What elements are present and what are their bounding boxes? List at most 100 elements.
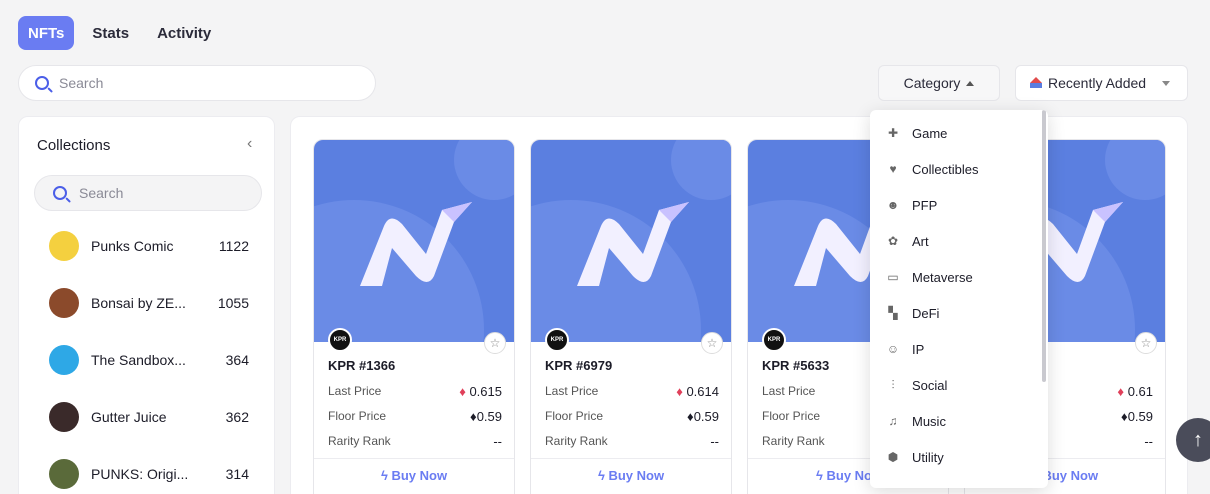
collection-item[interactable]: The Sandbox... 364 bbox=[49, 344, 249, 376]
collection-name: Gutter Juice bbox=[91, 409, 167, 425]
last-price-label: Last Price bbox=[328, 384, 382, 398]
nft-title: KPR #5633 bbox=[762, 358, 830, 373]
sort-label: Recently Added bbox=[1048, 75, 1147, 91]
collection-count: 362 bbox=[225, 409, 249, 425]
category-item-pfp[interactable]: ☻ PFP bbox=[870, 190, 1040, 220]
last-price-value: 0.614 bbox=[686, 384, 719, 399]
floor-price-value: 0.59 bbox=[693, 409, 719, 424]
tab-activity[interactable]: Activity bbox=[147, 16, 221, 50]
nft-image bbox=[531, 140, 731, 342]
last-price-value: 0.615 bbox=[469, 384, 502, 399]
category-item-label: Game bbox=[912, 125, 948, 141]
rarity-row: Rarity Rank -- bbox=[545, 434, 719, 449]
collections-search-input[interactable] bbox=[79, 185, 249, 201]
favorite-star-icon[interactable]: ☆ bbox=[701, 332, 723, 354]
people-icon: ⫶ bbox=[891, 377, 895, 392]
lightning-icon: ϟ bbox=[380, 468, 392, 483]
buy-now-label: Buy Now bbox=[608, 468, 665, 483]
collection-count: 364 bbox=[225, 352, 249, 368]
rarity-label: Rarity Rank bbox=[545, 434, 608, 448]
collections-title: Collections bbox=[37, 137, 111, 154]
collection-count: 1055 bbox=[217, 295, 249, 311]
kpr-logo-icon bbox=[577, 202, 689, 286]
category-item-label: Metaverse bbox=[912, 269, 973, 285]
nft-grid-panel: KPR ☆ KPR #1366 Last Price ♦ 0.615 Floor… bbox=[290, 116, 1188, 494]
last-price-label: Last Price bbox=[762, 384, 816, 398]
category-item-ip[interactable]: ☺ IP bbox=[870, 334, 1040, 364]
last-price-value: 0.61 bbox=[1127, 384, 1153, 399]
search-icon bbox=[35, 76, 49, 90]
collection-item[interactable]: Bonsai by ZE... 1055 bbox=[49, 287, 249, 319]
buy-now-button[interactable]: ϟ Buy Now bbox=[314, 468, 514, 483]
category-item-collectibles[interactable]: ♥ Collectibles bbox=[870, 154, 1040, 184]
floor-price-label: Floor Price bbox=[545, 409, 604, 423]
collection-avatar bbox=[49, 345, 79, 375]
music-icon: ♫ bbox=[888, 414, 898, 428]
collection-avatar bbox=[49, 402, 79, 432]
collection-item[interactable]: Punks Comic 1122 bbox=[49, 230, 249, 262]
category-button[interactable]: Category bbox=[878, 65, 1000, 101]
floor-price-value: 0.59 bbox=[1127, 409, 1153, 424]
favorite-star-icon[interactable]: ☆ bbox=[1135, 332, 1157, 354]
tab-nfts[interactable]: NFTs bbox=[18, 16, 75, 50]
category-item-game[interactable]: ✚ Game bbox=[870, 118, 1040, 148]
floor-price-row: Floor Price ♦0.59 bbox=[545, 409, 719, 424]
rarity-value: -- bbox=[493, 434, 502, 449]
rarity-value: -- bbox=[710, 434, 719, 449]
kpr-badge: KPR bbox=[545, 328, 569, 352]
favorite-star-icon[interactable]: ☆ bbox=[484, 332, 506, 354]
collection-name: The Sandbox... bbox=[91, 352, 186, 368]
last-price-row: Last Price ♦ 0.614 bbox=[545, 384, 719, 399]
category-item-defi[interactable]: ▚ DeFi bbox=[870, 298, 1040, 328]
rarity-value: -- bbox=[1144, 434, 1153, 449]
category-item-social[interactable]: ⫶ Social bbox=[870, 370, 1040, 400]
collection-item[interactable]: PUNKS: Origi... 314 bbox=[49, 458, 249, 490]
kpr-logo-icon bbox=[360, 202, 472, 286]
buy-now-label: Buy No bbox=[826, 468, 873, 483]
last-price-row: Last Price ♦ 0.615 bbox=[328, 384, 502, 399]
collection-item[interactable]: Gutter Juice 362 bbox=[49, 401, 249, 433]
nft-card[interactable]: KPR ☆ KPR #1366 Last Price ♦ 0.615 Floor… bbox=[313, 139, 515, 494]
rarity-label: Rarity Rank bbox=[328, 434, 391, 448]
collection-count: 1122 bbox=[218, 238, 249, 254]
search-input[interactable] bbox=[59, 75, 339, 91]
category-item-art[interactable]: ✿ Art bbox=[870, 226, 1040, 256]
tab-stats[interactable]: Stats bbox=[82, 16, 139, 50]
category-item-label: IP bbox=[912, 341, 925, 357]
floor-price-label: Floor Price bbox=[328, 409, 387, 423]
category-item-label: Social bbox=[912, 377, 948, 393]
lightning-icon: ϟ bbox=[816, 468, 827, 483]
eth-icon: ♦ bbox=[470, 409, 477, 424]
category-item-metaverse[interactable]: ▭ Metaverse bbox=[870, 262, 1040, 292]
main-search-bar[interactable] bbox=[18, 65, 376, 101]
eth-icon: ♦ bbox=[676, 384, 683, 399]
collapse-chevron-icon[interactable]: ‹ bbox=[247, 135, 252, 153]
defi-icon: ▚ bbox=[888, 306, 898, 320]
eth-icon: ♦ bbox=[687, 409, 694, 424]
vr-headset-icon: ▭ bbox=[887, 270, 899, 284]
sort-icon bbox=[1030, 77, 1042, 89]
category-item-utility[interactable]: ⬢ Utility bbox=[870, 442, 1040, 472]
nft-image bbox=[314, 140, 514, 342]
dropdown-scrollbar[interactable] bbox=[1042, 110, 1046, 382]
collections-search-bar[interactable] bbox=[34, 175, 262, 211]
category-item-label: DeFi bbox=[912, 305, 940, 321]
collection-name: Punks Comic bbox=[91, 238, 174, 254]
nft-title: KPR #6979 bbox=[545, 358, 613, 373]
kpr-badge: KPR bbox=[328, 328, 352, 352]
robot-icon: ☻ bbox=[886, 198, 900, 212]
face-icon: ☺ bbox=[886, 342, 900, 356]
arrow-up-icon: ↑ bbox=[1193, 428, 1203, 451]
category-dropdown: ✚ Game ♥ Collectibles ☻ PFP ✿ Art ▭ Meta… bbox=[870, 110, 1048, 488]
palette-icon: ✿ bbox=[887, 234, 899, 248]
sort-button[interactable]: Recently Added bbox=[1015, 65, 1188, 101]
cube-icon: ⬢ bbox=[887, 450, 899, 464]
category-item-music[interactable]: ♫ Music bbox=[870, 406, 1040, 436]
nft-card[interactable]: KPR ☆ KPR #6979 Last Price ♦ 0.614 Floor… bbox=[530, 139, 732, 494]
collection-avatar bbox=[49, 288, 79, 318]
search-icon bbox=[53, 186, 67, 200]
collection-name: PUNKS: Origi... bbox=[91, 466, 189, 482]
category-item-label: Collectibles bbox=[912, 161, 979, 177]
buy-now-button[interactable]: ϟ Buy Now bbox=[531, 468, 731, 483]
eth-icon: ♦ bbox=[459, 384, 466, 399]
